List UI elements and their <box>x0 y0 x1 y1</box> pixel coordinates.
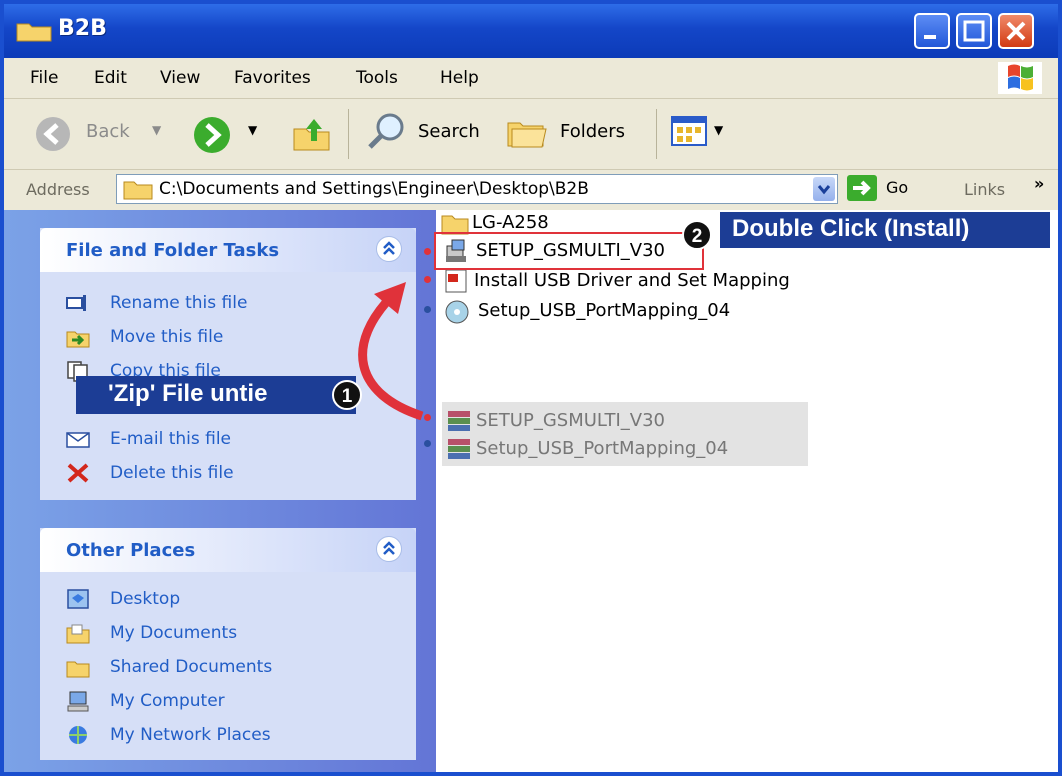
double-chevron-up-icon <box>383 241 395 255</box>
double-chevron-up-icon <box>383 541 395 555</box>
windows-logo-icon <box>998 62 1042 94</box>
file-folder-tasks-header[interactable]: File and Folder Tasks <box>40 228 416 272</box>
file-name: Setup_USB_PortMapping_04 <box>476 438 729 459</box>
toolbar-separator <box>348 109 349 159</box>
address-bar: Address C:\Documents and Settings\Engine… <box>4 170 1058 210</box>
other-places-header[interactable]: Other Places <box>40 528 416 572</box>
menu-file[interactable]: File <box>30 68 58 88</box>
search-button[interactable]: Search <box>364 109 494 157</box>
forward-arrow-icon <box>194 117 230 153</box>
chevron-down-icon <box>817 185 831 195</box>
file-list <box>436 210 1058 772</box>
forward-dropdown-icon: ▼ <box>248 123 258 137</box>
links-label[interactable]: Links <box>964 180 1005 199</box>
email-icon <box>66 432 90 448</box>
back-arrow-icon <box>36 117 70 151</box>
address-dropdown-button[interactable] <box>813 177 835 201</box>
toolbar-separator <box>656 109 657 159</box>
task-label: Rename this file <box>110 293 248 313</box>
search-label: Search <box>418 121 480 142</box>
title-bar[interactable]: B2B <box>4 4 1058 58</box>
step1-banner: 'Zip' File untie <box>76 376 356 414</box>
zip-archive-icon <box>448 411 470 431</box>
task-label: Delete this file <box>110 463 234 483</box>
place-label: My Network Places <box>110 725 271 745</box>
folders-label: Folders <box>560 121 626 142</box>
menu-favorites[interactable]: Favorites <box>234 68 311 88</box>
back-dropdown-icon: ▼ <box>152 123 162 137</box>
back-label: Back <box>86 121 130 142</box>
address-label: Address <box>26 180 90 199</box>
place-label: My Documents <box>110 623 238 643</box>
my-network-places-icon <box>69 726 87 744</box>
delete-icon <box>67 463 89 483</box>
folder-icon <box>123 181 153 200</box>
views-dropdown-icon: ▼ <box>714 123 724 137</box>
step1-number-badge: 1 <box>332 380 362 410</box>
file-name: Install USB Driver and Set Mapping <box>474 270 790 291</box>
menu-help[interactable]: Help <box>440 68 479 88</box>
go-arrow-icon <box>847 175 877 201</box>
address-path: C:\Documents and Settings\Engineer\Deskt… <box>159 179 589 199</box>
highlight-box <box>434 232 704 270</box>
step2-text: Double Click (Install) <box>732 215 970 242</box>
maximize-button[interactable] <box>956 13 992 49</box>
step1-text: 'Zip' File untie <box>108 380 268 407</box>
zip-archive-icon <box>448 439 470 459</box>
close-icon <box>1006 21 1026 41</box>
forward-button[interactable]: ▼ <box>192 111 272 155</box>
file-name: Setup_USB_PortMapping_04 <box>478 300 731 321</box>
file-name: SETUP_GSMULTI_V30 <box>476 410 665 431</box>
search-icon <box>368 113 404 149</box>
collapse-button[interactable] <box>376 236 402 262</box>
step2-banner: Double Click (Install) <box>720 212 1050 248</box>
close-button[interactable] <box>998 13 1034 49</box>
maximize-icon <box>963 20 985 42</box>
file-folder-tasks-title: File and Folder Tasks <box>66 240 280 261</box>
place-label: Shared Documents <box>110 657 273 677</box>
folder-icon <box>16 23 52 42</box>
back-button[interactable]: Back ▼ <box>34 111 174 155</box>
explorer-window: B2B File Edit View Favorites Tools Help … <box>0 0 1062 776</box>
menu-edit[interactable]: Edit <box>94 68 127 88</box>
place-label: My Computer <box>110 691 225 711</box>
collapse-button[interactable] <box>376 536 402 562</box>
window-title: B2B <box>58 16 107 41</box>
go-label: Go <box>886 178 909 197</box>
address-field[interactable]: C:\Documents and Settings\Engineer\Deskt… <box>116 174 838 204</box>
file-name: LG-A258 <box>472 212 549 233</box>
folders-button[interactable]: Folders <box>504 109 644 157</box>
shared-documents-icon <box>66 661 90 678</box>
other-places-title: Other Places <box>66 540 196 561</box>
other-places-panel: Other Places Desktop My Documents Shared… <box>40 528 416 760</box>
desktop-icon <box>67 589 89 609</box>
place-label: Desktop <box>110 589 181 609</box>
my-documents-icon <box>66 624 90 644</box>
bullet-marker <box>424 248 431 255</box>
task-label: E-mail this file <box>110 429 232 449</box>
setup-disc-icon <box>445 300 469 324</box>
batch-file-icon <box>445 269 467 293</box>
toolbar: Back ▼ ▼ Search Folders ▼ <box>4 99 1058 170</box>
menu-view[interactable]: View <box>160 68 200 88</box>
views-button[interactable]: ▼ <box>670 113 734 153</box>
minimize-icon <box>924 35 936 39</box>
views-icon <box>671 116 707 146</box>
links-chevron-icon[interactable]: » <box>1034 174 1044 193</box>
folders-icon <box>507 122 547 148</box>
menu-bar: File Edit View Favorites Tools Help <box>4 58 1058 99</box>
step2-number-badge: 2 <box>682 220 712 250</box>
bullet-marker <box>424 440 431 447</box>
menu-tools[interactable]: Tools <box>356 68 398 88</box>
my-computer-icon <box>67 691 89 712</box>
rename-icon <box>66 295 86 311</box>
move-icon <box>66 331 90 348</box>
task-label: Move this file <box>110 327 224 347</box>
up-folder-button[interactable] <box>290 111 334 155</box>
up-folder-icon <box>293 119 330 151</box>
minimize-button[interactable] <box>914 13 950 49</box>
